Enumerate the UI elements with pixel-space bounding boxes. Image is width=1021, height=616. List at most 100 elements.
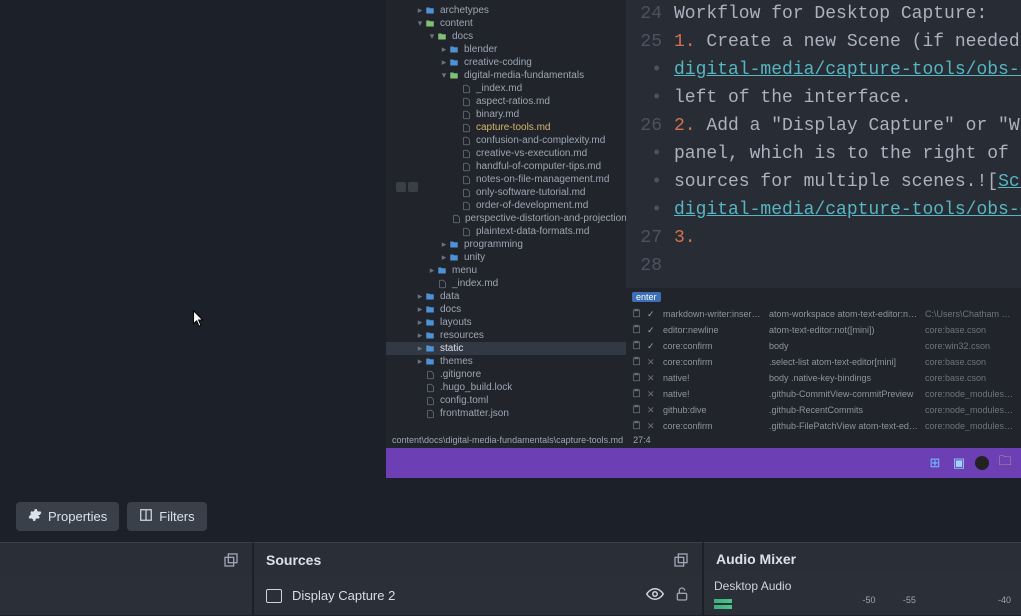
windows-taskbar[interactable]: ⊞ ▣ 🗀 [386, 448, 1021, 478]
tree-folder[interactable]: ▸themes [386, 355, 626, 368]
tree-folder[interactable]: ▸menu [386, 264, 626, 277]
tree-file[interactable]: _index.md [386, 82, 626, 95]
chevron-icon: ▾ [440, 70, 448, 81]
editor-file-tree[interactable]: ▸archetypes▾content▾docs▸blender▸creativ… [386, 0, 626, 432]
tree-file[interactable]: notes-on-file-management.md [386, 173, 626, 186]
keybinding-row[interactable]: ✓editor:newlineatom-text-editor:not([min… [632, 322, 1015, 338]
code-line[interactable]: •left of the interface. [626, 84, 1021, 112]
tree-folder[interactable]: ▸unity [386, 251, 626, 264]
audio-mixer-panel[interactable]: Audio Mixer Desktop Audio -50-55-40 [704, 542, 1021, 615]
obs-preview-area[interactable]: ▸archetypes▾content▾docs▸blender▸creativ… [0, 0, 1021, 495]
taskbar-explorer-icon[interactable]: 🗀 [997, 455, 1013, 471]
tree-folder[interactable]: ▸docs [386, 303, 626, 316]
popout-icon[interactable] [222, 551, 240, 569]
tree-folder[interactable]: ▸blender [386, 43, 626, 56]
tree-folder[interactable]: ▸data [386, 290, 626, 303]
tree-file[interactable]: .hugo_build.lock [386, 381, 626, 394]
keybinding-row[interactable]: ✕native!body .native-key-bindingscore:ba… [632, 370, 1015, 386]
tree-file[interactable]: capture-tools.md [386, 121, 626, 134]
code-line[interactable]: 273. [626, 224, 1021, 252]
tree-file[interactable]: frontmatter.json [386, 407, 626, 420]
tree-file[interactable]: plaintext-data-formats.md [386, 225, 626, 238]
tree-collapse-icon[interactable] [396, 182, 406, 192]
tree-file[interactable]: aspect-ratios.md [386, 95, 626, 108]
x-icon: ✕ [647, 357, 657, 368]
keybinding-resolver-panel[interactable]: enter ✓markdown-writer:insert-new-lineat… [626, 288, 1021, 433]
editor-code-area[interactable]: 24Workflow for Desktop Capture:251. Crea… [626, 0, 1021, 288]
visibility-toggle-icon[interactable] [646, 585, 664, 606]
tree-file[interactable]: .gitignore [386, 368, 626, 381]
tree-folder[interactable]: ▾digital-media-fundamentals [386, 69, 626, 82]
tree-item-label: handful-of-computer-tips.md [476, 161, 601, 172]
popout-icon[interactable] [672, 551, 690, 569]
clipboard-icon[interactable] [632, 404, 641, 416]
sources-panel-title: Sources [266, 552, 321, 568]
tree-item-label: _index.md [452, 278, 498, 289]
tree-folder[interactable]: ▸layouts [386, 316, 626, 329]
code-line[interactable]: 262. Add a "Display Capture" or "Wi [626, 112, 1021, 140]
chevron-icon: ▸ [440, 252, 448, 263]
line-gutter: • [626, 84, 674, 112]
code-line[interactable]: •sources for multiple scenes.![Scr [626, 168, 1021, 196]
keybinding-row[interactable]: ✓core:confirmbodycore:win32.cson [632, 338, 1015, 354]
tree-folder[interactable]: ▸creative-coding [386, 56, 626, 69]
folder-icon [424, 318, 436, 328]
chevron-icon: ▾ [428, 31, 436, 42]
tree-file[interactable]: perspective-distortion-and-projections.m… [386, 212, 626, 225]
keybinding-command: markdown-writer:insert-new-line [663, 309, 763, 319]
clipboard-icon[interactable] [632, 308, 641, 320]
taskbar-obs-icon[interactable] [975, 456, 989, 470]
sources-panel[interactable]: Sources Display Capture 2 [254, 542, 704, 615]
keybinding-row[interactable]: ✕native!.github-CommitView-commitPreview… [632, 386, 1015, 402]
clipboard-icon[interactable] [632, 372, 641, 384]
taskbar-app-icon[interactable]: ▣ [951, 455, 967, 471]
clipboard-icon[interactable] [632, 356, 641, 368]
status-file-path: content\docs\digital-media-fundamentals\… [392, 435, 623, 445]
tree-file[interactable]: confusion-and-complexity.md [386, 134, 626, 147]
clipboard-icon[interactable] [632, 324, 641, 336]
code-line[interactable]: •digital-media/capture-tools/obs-c [626, 196, 1021, 224]
vu-tick-label: -55 [903, 595, 916, 605]
tree-expand-icon[interactable] [408, 182, 418, 192]
tree-file[interactable]: binary.md [386, 108, 626, 121]
file-icon [460, 201, 472, 211]
folder-icon [448, 45, 460, 55]
code-text: sources for multiple scenes.![Scr [674, 168, 1021, 196]
tree-folder[interactable]: ▾docs [386, 30, 626, 43]
tree-file[interactable]: order-of-development.md [386, 199, 626, 212]
line-gutter: 27 [626, 224, 674, 252]
tree-folder[interactable]: ▸static [386, 342, 626, 355]
code-line[interactable]: •panel, which is to the right of t [626, 140, 1021, 168]
vu-meter: -50-55-40 [714, 597, 1011, 611]
tree-file[interactable]: _index.md [386, 277, 626, 290]
tree-folder[interactable]: ▸archetypes [386, 4, 626, 17]
folder-icon [424, 305, 436, 315]
clipboard-icon[interactable] [632, 388, 641, 400]
filters-button[interactable]: Filters [127, 502, 206, 531]
tree-file[interactable]: creative-vs-execution.md [386, 147, 626, 160]
code-line[interactable]: 24Workflow for Desktop Capture: [626, 0, 1021, 28]
keybinding-row[interactable]: ✕github:dive.github-RecentCommitscore:no… [632, 402, 1015, 418]
tree-view-toggle[interactable] [396, 182, 418, 192]
chevron-icon: ▸ [440, 44, 448, 55]
properties-button[interactable]: Properties [16, 502, 119, 531]
clipboard-icon[interactable] [632, 340, 641, 352]
keybinding-row[interactable]: ✓markdown-writer:insert-new-lineatom-wor… [632, 306, 1015, 322]
taskbar-start-icon[interactable]: ⊞ [927, 455, 943, 471]
tree-file[interactable]: config.toml [386, 394, 626, 407]
tree-folder[interactable]: ▸programming [386, 238, 626, 251]
tree-folder[interactable]: ▾content [386, 17, 626, 30]
source-item[interactable]: Display Capture 2 [264, 579, 692, 612]
lock-toggle-icon[interactable] [674, 586, 690, 605]
code-line[interactable]: 251. Create a new Scene (if needed) [626, 28, 1021, 56]
code-line[interactable]: 28 [626, 252, 1021, 280]
scenes-panel[interactable] [0, 542, 254, 615]
chevron-icon: ▸ [416, 356, 424, 367]
clipboard-icon[interactable] [632, 420, 641, 432]
keybinding-source: core:node_modules\github\keymaps\git [925, 405, 1015, 415]
tree-folder[interactable]: ▸resources [386, 329, 626, 342]
tree-file[interactable]: only-software-tutorial.md [386, 186, 626, 199]
code-line[interactable]: •digital-media/capture-tools/obs-n [626, 56, 1021, 84]
keybinding-row[interactable]: ✕core:confirm.select-list atom-text-edit… [632, 354, 1015, 370]
tree-file[interactable]: handful-of-computer-tips.md [386, 160, 626, 173]
